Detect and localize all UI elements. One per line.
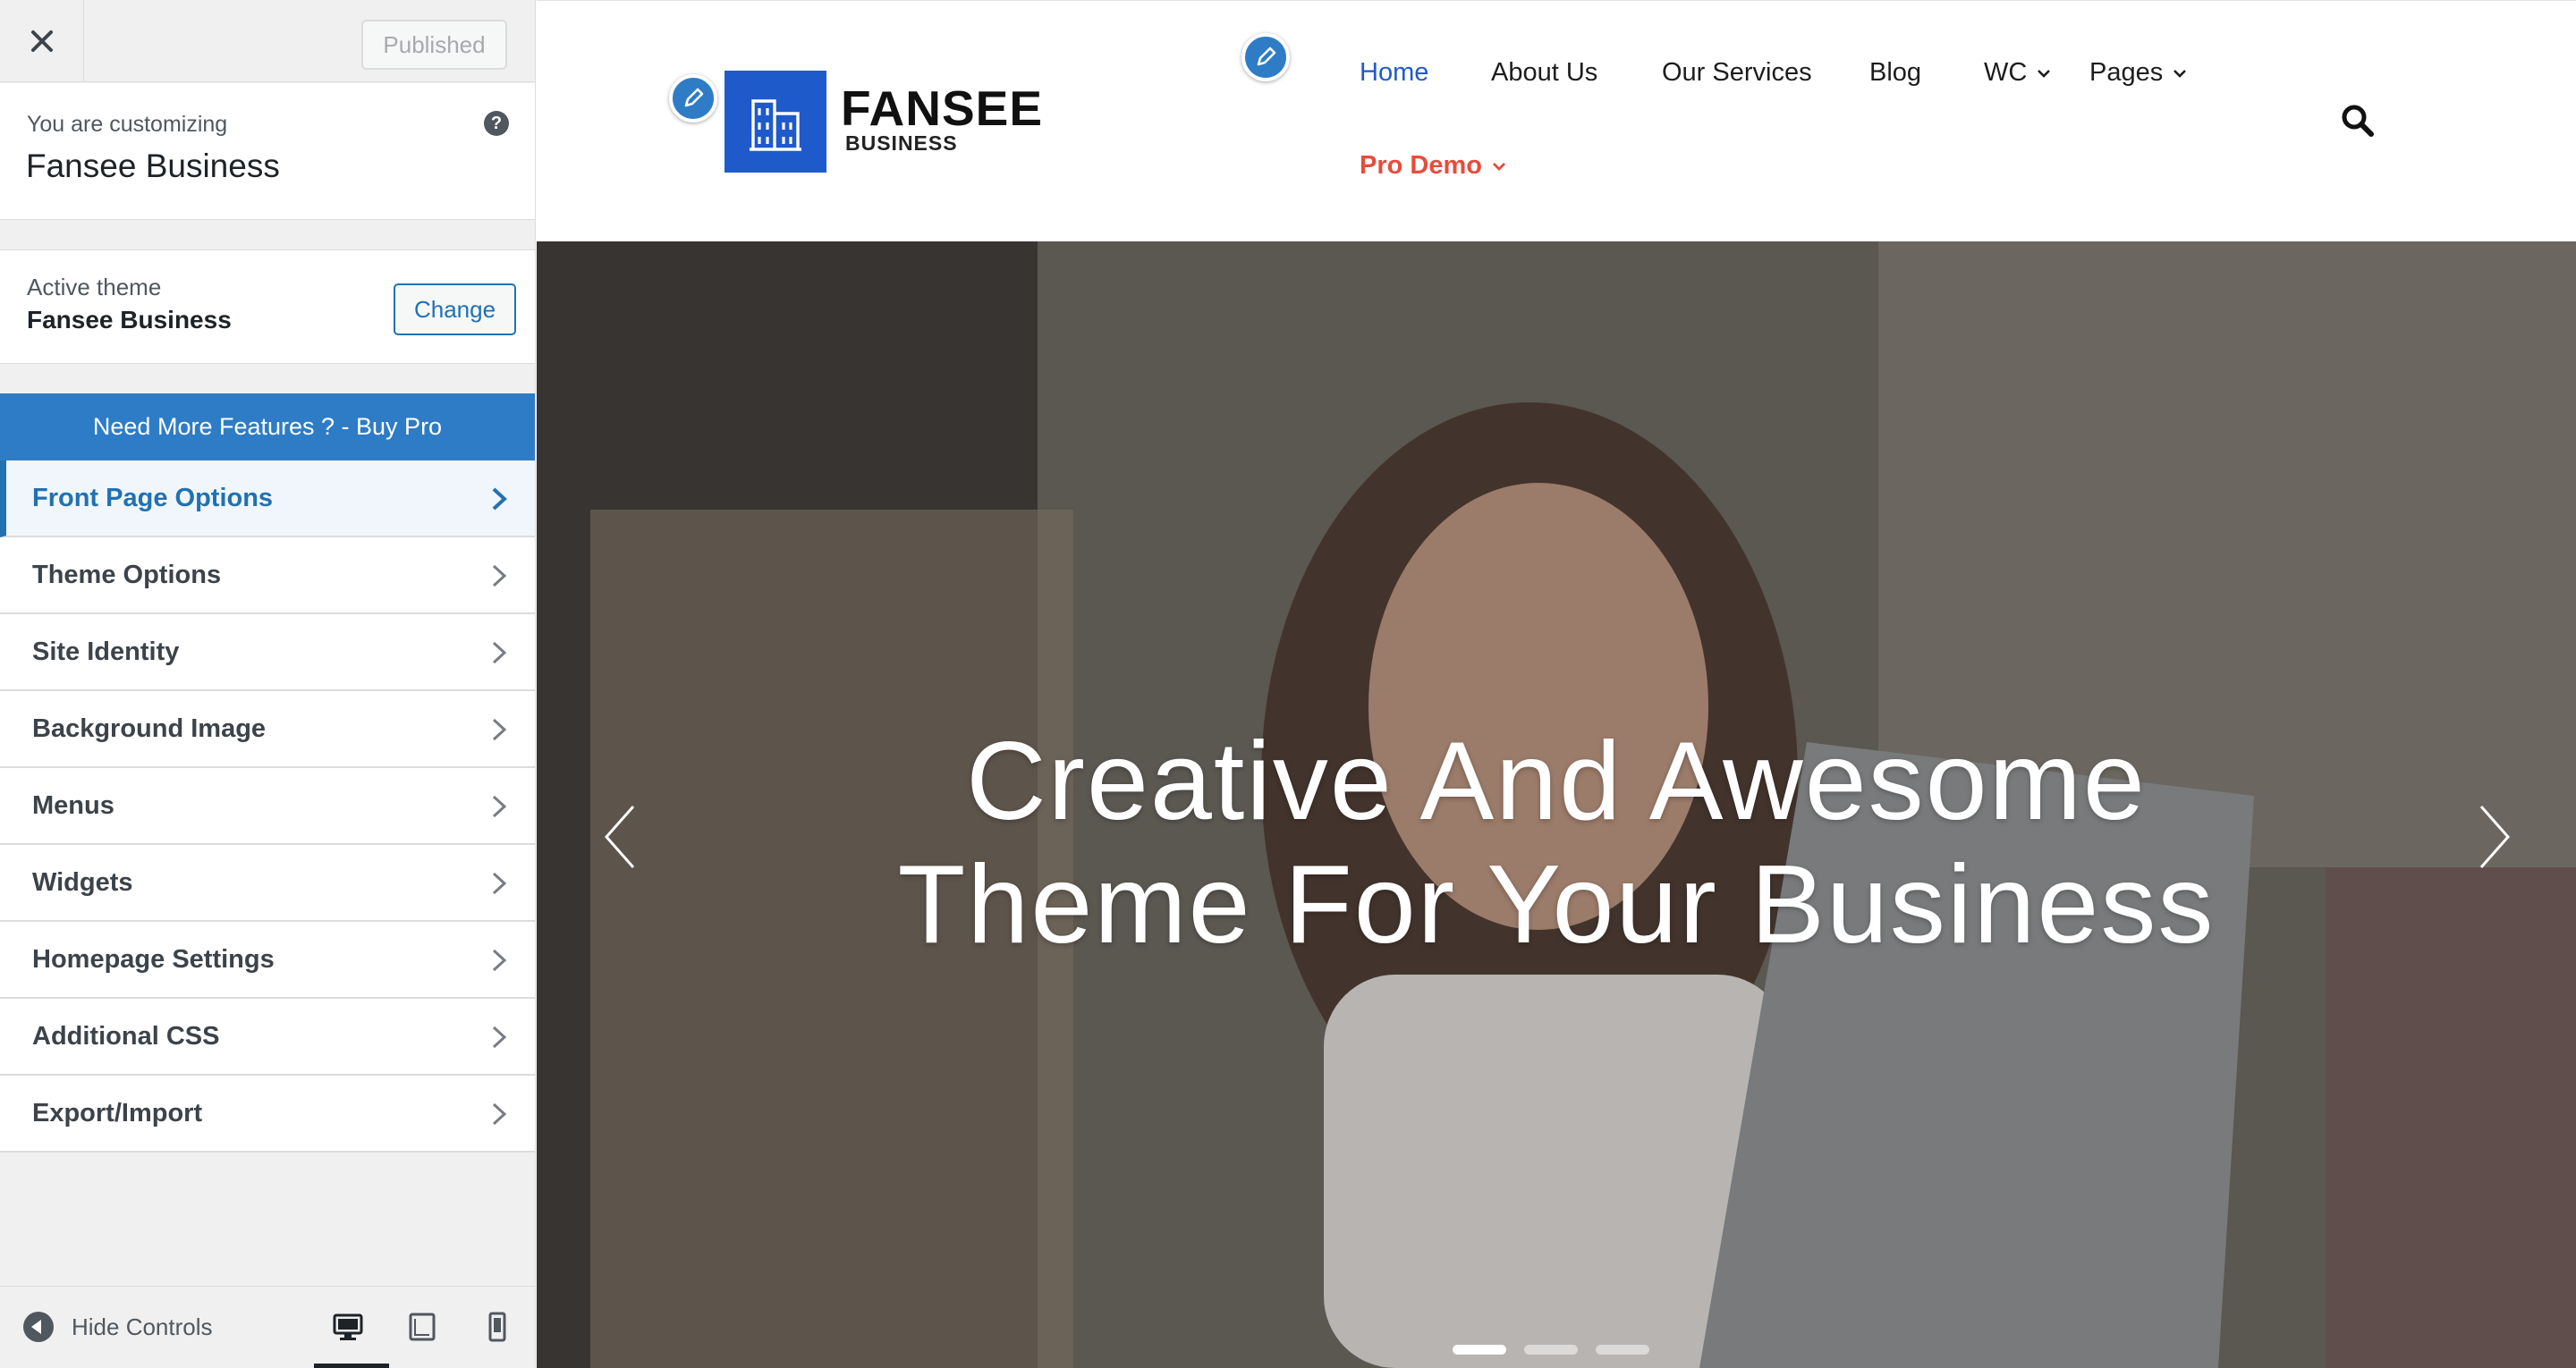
customizing-info: You are customizing Fansee Business: [0, 83, 535, 220]
slider-pagination: [1453, 1345, 1649, 1355]
customizer-panels: Front Page Options Theme Options Site Id…: [0, 460, 535, 1153]
nav-pages[interactable]: Pages: [2089, 58, 2188, 88]
panel-export-import[interactable]: Export/Import: [0, 1076, 535, 1153]
buy-pro-banner[interactable]: Need More Features ? - Buy Pro: [0, 393, 535, 460]
nav-label: Home: [1360, 58, 1429, 87]
panel-label: Site Identity: [32, 637, 180, 666]
chevron-down-icon: [1492, 162, 1505, 171]
hero-line-2: Theme For Your Business: [897, 843, 2216, 967]
chevron-right-icon: [492, 795, 507, 818]
slider-dot-3[interactable]: [1596, 1345, 1649, 1355]
published-button: Published: [361, 20, 507, 70]
panel-label: Additional CSS: [32, 1021, 220, 1051]
panel-label: Background Image: [32, 714, 267, 743]
panel-front-page-options[interactable]: Front Page Options: [0, 460, 535, 537]
slider-prev-arrow[interactable]: [601, 803, 640, 871]
building-icon: [750, 99, 801, 151]
edit-menu-shortcut[interactable]: [1241, 33, 1290, 81]
panel-additional-css[interactable]: Additional CSS: [0, 999, 535, 1076]
preview-mobile-button[interactable]: [476, 1305, 519, 1349]
pencil-icon: [684, 88, 704, 107]
site-header: FANSEE BUSINESS Home About Us Our Servic…: [537, 0, 2576, 241]
collapse-icon: [23, 1312, 54, 1342]
desktop-icon: [333, 1313, 363, 1340]
preview-tablet-button[interactable]: [401, 1305, 444, 1349]
site-preview: FANSEE BUSINESS Home About Us Our Servic…: [537, 0, 2576, 1368]
nav-label: Pro Demo: [1360, 151, 1482, 180]
customizer-footer: Hide Controls: [0, 1286, 535, 1368]
nav-home[interactable]: Home: [1360, 58, 1428, 88]
panel-theme-options[interactable]: Theme Options: [0, 537, 535, 614]
customizer-screen: Published You are customizing Fansee Bus…: [0, 0, 2576, 1368]
search-icon: [2342, 105, 2374, 137]
mobile-icon: [488, 1312, 506, 1342]
nav-pro-demo[interactable]: Pro Demo: [1360, 151, 1507, 181]
nav-blog[interactable]: Blog: [1869, 58, 1921, 88]
change-theme-button[interactable]: Change: [394, 283, 516, 335]
preview-desktop-button[interactable]: [314, 1305, 389, 1368]
nav-label: WC: [1984, 58, 2028, 87]
slider-next-arrow[interactable]: [2474, 803, 2513, 871]
site-title: Fansee Business: [26, 148, 280, 184]
panel-label: Homepage Settings: [32, 944, 275, 974]
hero-headline: Creative And Awesome Theme For Your Busi…: [537, 720, 2576, 967]
panel-widgets[interactable]: Widgets: [0, 845, 535, 922]
active-theme-section: Active theme Fansee Business Change: [0, 249, 535, 364]
chevron-right-icon: [492, 718, 507, 741]
panel-background-image[interactable]: Background Image: [0, 691, 535, 768]
hero-line-1: Creative And Awesome: [966, 720, 2147, 843]
logo-mark[interactable]: [724, 71, 826, 173]
nav-label: Our Services: [1662, 58, 1812, 87]
slider-dot-1[interactable]: [1453, 1345, 1506, 1355]
help-button[interactable]: ?: [484, 111, 509, 136]
customizer-header: Published: [0, 0, 535, 82]
chevron-right-icon: [492, 872, 507, 895]
slider-dot-2[interactable]: [1524, 1345, 1578, 1355]
close-customizer-button[interactable]: [0, 0, 84, 82]
edit-logo-shortcut[interactable]: [669, 74, 717, 122]
chevron-right-icon: [492, 1026, 507, 1049]
logo-name: FANSEE: [841, 80, 1044, 136]
panel-label: Export/Import: [32, 1098, 203, 1127]
chevron-down-icon: [2038, 69, 2051, 78]
pencil-icon: [1257, 46, 1276, 66]
search-button[interactable]: [2340, 103, 2376, 139]
help-icon: ?: [490, 113, 503, 133]
chevron-down-icon: [2174, 69, 2187, 78]
nav-label: About Us: [1491, 58, 1598, 87]
customizing-label: You are customizing: [27, 112, 228, 137]
chevron-right-icon: [492, 487, 507, 511]
customizer-sidebar: Published You are customizing Fansee Bus…: [0, 0, 536, 1368]
panel-label: Theme Options: [32, 560, 222, 589]
hide-controls-button[interactable]: Hide Controls: [23, 1312, 213, 1342]
nav-wc[interactable]: WC: [1984, 58, 2052, 88]
nav-our-services[interactable]: Our Services: [1662, 58, 1812, 88]
chevron-right-icon: [492, 641, 507, 664]
panel-label: Menus: [32, 790, 114, 820]
nav-label: Pages: [2089, 58, 2164, 87]
chevron-right-icon: [492, 564, 507, 587]
logo-tagline: BUSINESS: [845, 131, 958, 155]
chevron-right-icon: [492, 949, 507, 972]
tablet-icon: [409, 1313, 436, 1341]
hide-controls-label: Hide Controls: [72, 1313, 213, 1340]
panel-label: Widgets: [32, 867, 133, 897]
chevron-right-icon: [492, 1102, 507, 1126]
panel-homepage-settings[interactable]: Homepage Settings: [0, 922, 535, 999]
panel-site-identity[interactable]: Site Identity: [0, 614, 535, 691]
hero-slider: Creative And Awesome Theme For Your Busi…: [537, 241, 2576, 1368]
panel-label: Front Page Options: [32, 483, 274, 512]
panel-menus[interactable]: Menus: [0, 768, 535, 845]
active-theme-name: Fansee Business: [27, 306, 232, 334]
close-icon: [30, 30, 53, 52]
nav-label: Blog: [1869, 58, 1922, 87]
nav-about-us[interactable]: About Us: [1491, 58, 1597, 88]
active-theme-label: Active theme: [27, 274, 162, 300]
